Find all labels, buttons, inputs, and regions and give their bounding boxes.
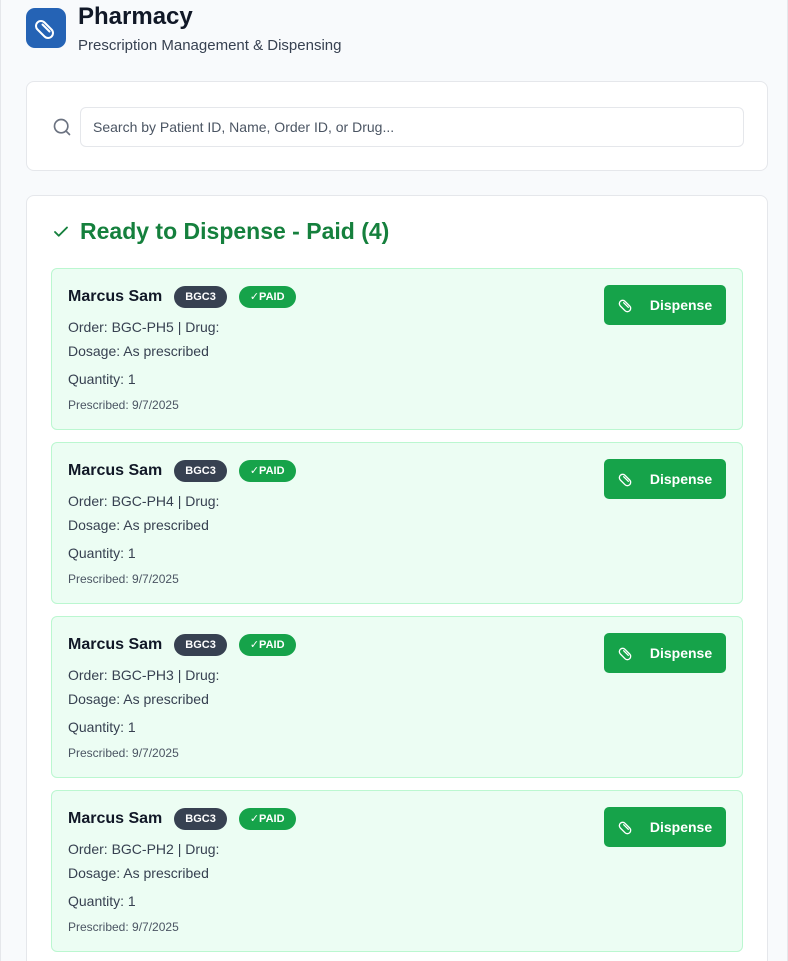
order-info: Order: BGC-PH5 | Drug: [68,319,220,335]
dispense-label: Dispense [649,471,713,487]
patient-name: Marcus Sam [68,810,163,827]
dosage-info: Dosage: As prescribed [68,691,209,707]
patient-name: Marcus Sam [68,288,163,305]
pill-icon [618,819,634,835]
quantity-info: Quantity: 1 [68,371,136,387]
prescribed-date: Prescribed: 9/7/2025 [68,572,179,586]
paid-badge: ✓PAID [238,286,296,308]
dispense-button[interactable]: Dispense [604,285,726,325]
dosage-info: Dosage: As prescribed [68,517,209,533]
dosage-info: Dosage: As prescribed [68,343,209,359]
quantity-info: Quantity: 1 [68,719,136,735]
patient-id-badge: BGC3 [174,808,227,830]
page-subtitle: Prescription Management & Dispensing [78,37,342,54]
search-card [26,81,768,171]
quantity-info: Quantity: 1 [68,545,136,561]
dispense-button[interactable]: Dispense [604,807,726,847]
paid-badge: ✓PAID [238,460,296,482]
page-left-border [0,0,1,961]
section-title: Ready to Dispense - Paid (4) [80,218,390,244]
patient-id-badge: BGC3 [174,286,227,308]
dosage-info: Dosage: As prescribed [68,865,209,881]
order-info: Order: BGC-PH3 | Drug: [68,667,220,683]
check-icon [54,226,68,237]
dispense-label: Dispense [649,645,713,661]
page-title: Pharmacy [78,3,193,30]
dispense-button[interactable]: Dispense [604,459,726,499]
patient-name: Marcus Sam [68,636,163,653]
prescribed-date: Prescribed: 9/7/2025 [68,746,179,760]
prescription-card: Marcus Sam BGC3 ✓PAID Order: BGC-PH4 | D… [51,442,743,604]
pill-icon [618,471,634,487]
patient-id-badge: BGC3 [174,460,227,482]
dispense-button[interactable]: Dispense [604,633,726,673]
ready-to-dispense-panel: Ready to Dispense - Paid (4) Marcus Sam … [26,195,768,961]
paid-badge: ✓PAID [238,634,296,656]
prescribed-date: Prescribed: 9/7/2025 [68,398,179,412]
patient-name: Marcus Sam [68,462,163,479]
prescription-card: Marcus Sam BGC3 ✓PAID Order: BGC-PH2 | D… [51,790,743,952]
dispense-label: Dispense [649,297,713,313]
order-info: Order: BGC-PH2 | Drug: [68,841,220,857]
pill-icon [26,8,66,48]
quantity-info: Quantity: 1 [68,893,136,909]
paid-badge: ✓PAID [238,808,296,830]
pill-icon [618,645,634,661]
section-header: Ready to Dispense - Paid (4) [52,218,389,245]
search-input[interactable] [80,107,744,147]
page-header: Pharmacy Prescription Management & Dispe… [26,3,341,55]
prescription-card: Marcus Sam BGC3 ✓PAID Order: BGC-PH3 | D… [51,616,743,778]
search-icon [53,118,71,136]
prescription-card: Marcus Sam BGC3 ✓PAID Order: BGC-PH5 | D… [51,268,743,430]
dispense-label: Dispense [649,819,713,835]
patient-id-badge: BGC3 [174,634,227,656]
prescribed-date: Prescribed: 9/7/2025 [68,920,179,934]
pill-icon [618,297,634,313]
order-info: Order: BGC-PH4 | Drug: [68,493,220,509]
